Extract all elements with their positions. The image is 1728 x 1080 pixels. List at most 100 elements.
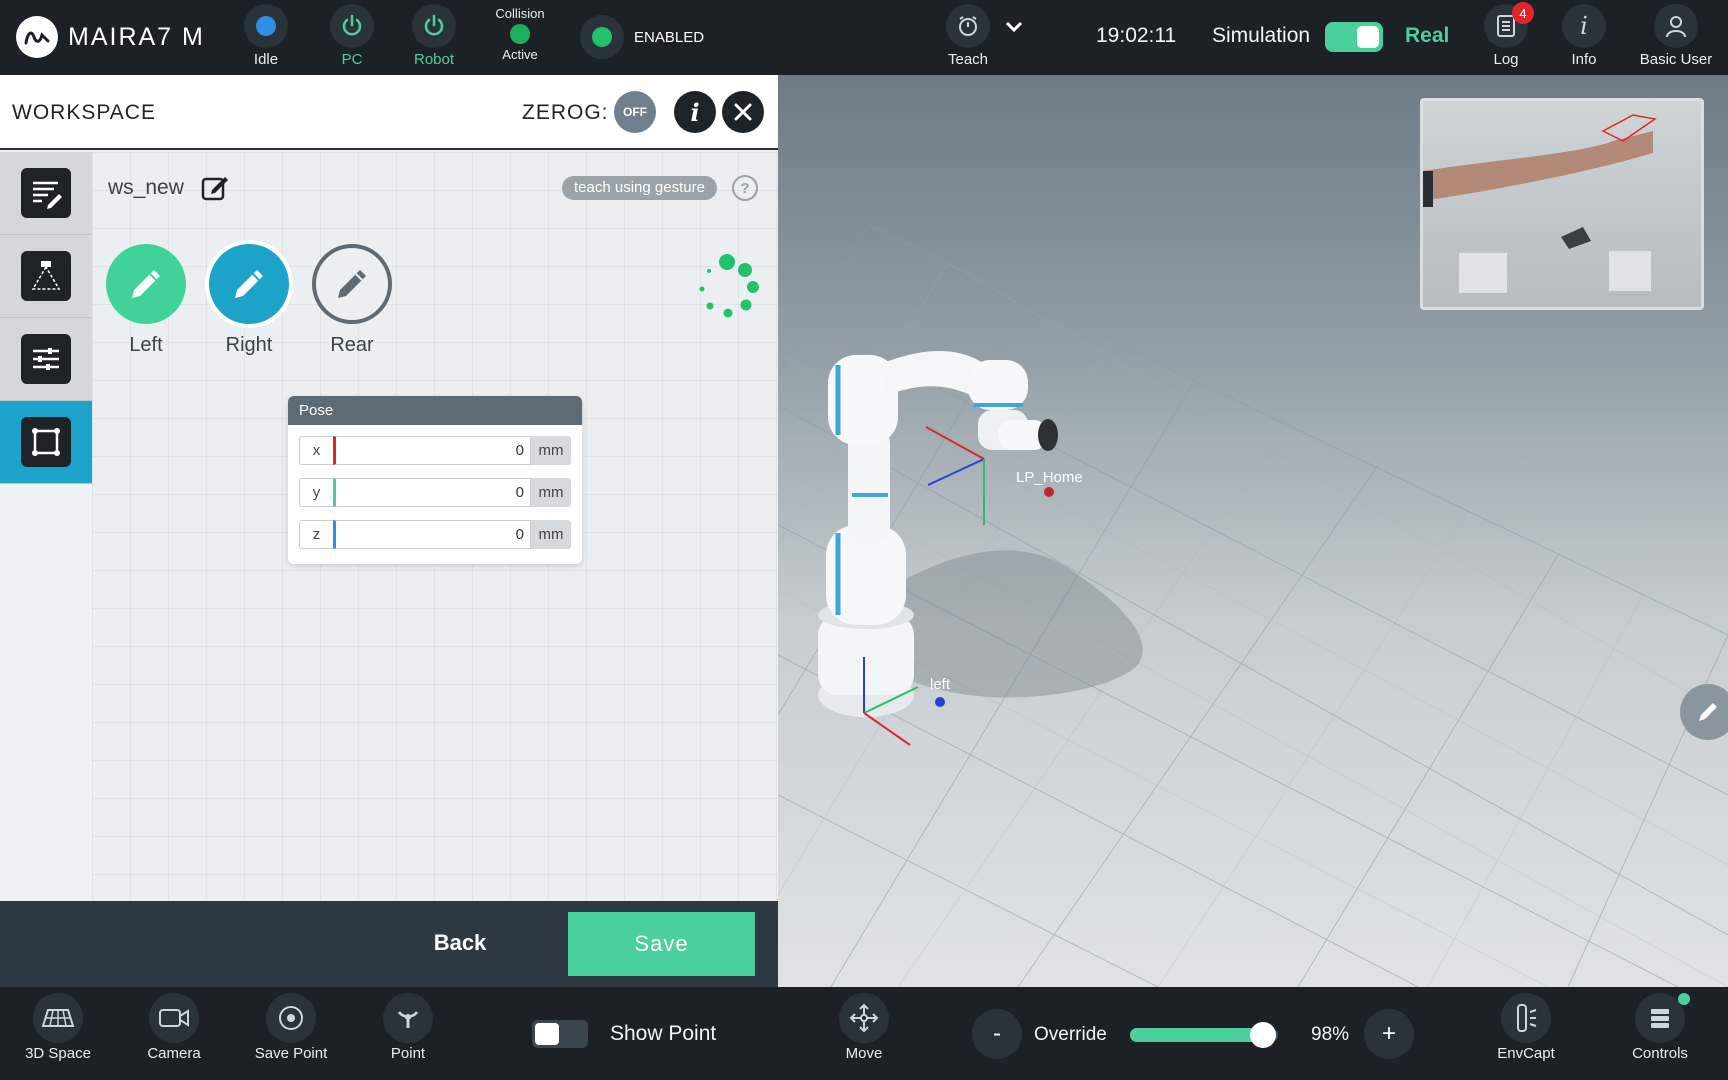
3d-space-button[interactable]: 3D Space	[8, 993, 108, 1062]
workspace-panel: WORKSPACE ZEROG: OFF i ws_new teach usin…	[0, 75, 778, 987]
point-button[interactable]: Point	[358, 993, 458, 1062]
left-point-label: left	[930, 676, 951, 693]
status-idle[interactable]: Idle	[226, 4, 306, 68]
show-point-toggle[interactable]	[532, 1020, 588, 1048]
tab-workspace[interactable]	[0, 401, 92, 484]
loading-spinner-icon	[692, 252, 762, 322]
pose-row-x: x 0 mm	[299, 436, 571, 465]
tab-perception[interactable]	[0, 235, 92, 318]
tab-program[interactable]	[0, 152, 92, 235]
workspace-name: ws_new	[108, 176, 184, 199]
camera-label: Camera	[147, 1045, 201, 1062]
edit-name-icon[interactable]	[200, 172, 230, 207]
info-icon[interactable]: i	[674, 91, 716, 133]
override-slider-handle[interactable]	[1250, 1022, 1276, 1048]
camera-cone-icon	[21, 251, 71, 301]
collision-status[interactable]: Collision Active	[488, 6, 552, 62]
side-right-label: Right	[225, 334, 273, 356]
status-robot[interactable]: Robot	[394, 4, 474, 68]
teach-label: Teach	[947, 51, 989, 68]
clock: 19:02:11	[1096, 24, 1177, 47]
envcapt-icon	[1501, 993, 1551, 1043]
pose-z-input[interactable]: 0	[333, 520, 531, 549]
chevron-down-icon[interactable]	[1004, 20, 1024, 39]
program-edit-icon	[21, 168, 71, 218]
show-point-label: Show Point	[610, 1022, 717, 1045]
user-label: Basic User	[1639, 51, 1713, 68]
override-label: Override	[1034, 1024, 1107, 1045]
override-slider[interactable]	[1130, 1022, 1278, 1048]
user-button[interactable]: Basic User	[1634, 4, 1718, 68]
pose-row-y: y 0 mm	[299, 478, 571, 507]
teach-mode[interactable]: Teach	[928, 4, 1008, 68]
brand-logo-icon	[16, 16, 58, 58]
pose-row-z: z 0 mm	[299, 520, 571, 549]
idle-label: Idle	[253, 51, 279, 68]
robot-power-icon	[412, 4, 456, 48]
back-button[interactable]: Back	[400, 923, 520, 963]
log-button[interactable]: 4 Log	[1466, 2, 1546, 68]
save-button[interactable]: Save	[568, 912, 755, 976]
help-icon[interactable]: ?	[732, 175, 758, 201]
side-rear-button[interactable]: Rear	[310, 244, 394, 357]
lp-home-label: LP_Home	[1016, 469, 1083, 486]
side-right-button[interactable]: Right	[207, 244, 291, 357]
controls-status-dot	[1678, 993, 1690, 1005]
camera-button[interactable]: Camera	[124, 993, 224, 1062]
pose-unit: mm	[531, 520, 571, 549]
pose-card: Pose x 0 mm y 0 mm z 0 mm	[288, 396, 582, 564]
info-icon: i	[1562, 4, 1606, 48]
side-rear-label: Rear	[330, 334, 374, 356]
panel-title: WORKSPACE	[12, 101, 156, 124]
status-pc[interactable]: PC	[312, 4, 392, 68]
collision-title: Collision	[495, 6, 545, 21]
log-label: Log	[1493, 51, 1519, 68]
user-icon	[1654, 4, 1698, 48]
panel-footer: Back Save	[0, 901, 778, 987]
log-badge: 4	[1512, 2, 1534, 24]
controls-label: Controls	[1632, 1045, 1688, 1062]
teach-gesture-button[interactable]: teach using gesture	[562, 176, 717, 200]
pose-unit: mm	[531, 436, 571, 465]
real-label: Real	[1405, 24, 1450, 47]
pencil-icon	[312, 244, 392, 324]
tab-settings[interactable]	[0, 318, 92, 401]
envcapt-button[interactable]: EnvCapt	[1476, 993, 1576, 1062]
bottom-bar: 3D Space Camera Save Point Point Show Po…	[0, 987, 1728, 1080]
zerog-toggle[interactable]: OFF	[614, 91, 656, 133]
override-increase-button[interactable]: +	[1364, 1009, 1414, 1059]
override-value: 98%	[1311, 1024, 1350, 1045]
pencil-icon	[209, 244, 289, 324]
close-icon[interactable]	[722, 91, 764, 133]
move-button[interactable]: Move	[814, 993, 914, 1062]
side-left-button[interactable]: Left	[104, 244, 188, 357]
pose-axis-label: z	[299, 520, 333, 549]
override-decrease-button[interactable]: -	[972, 1009, 1022, 1059]
controls-button[interactable]: Controls	[1610, 993, 1710, 1062]
collision-indicator	[510, 24, 530, 44]
camera-preview[interactable]	[1420, 98, 1704, 310]
pc-label: PC	[341, 51, 363, 68]
collision-state: Active	[502, 47, 538, 62]
edit-pencil-icon[interactable]	[1680, 684, 1728, 740]
pose-y-input[interactable]: 0	[333, 478, 531, 507]
side-tabs	[0, 152, 92, 484]
envcapt-label: EnvCapt	[1497, 1045, 1555, 1062]
move-label: Move	[845, 1045, 883, 1062]
workspace-content: ws_new teach using gesture ? Left Right …	[92, 152, 778, 902]
gripper-icon	[383, 993, 433, 1043]
move-arrows-icon	[839, 993, 889, 1043]
pose-title: Pose	[288, 396, 582, 425]
pose-x-input[interactable]: 0	[333, 436, 531, 465]
top-bar: MAIRA7 M Idle PC Robot Collision Active …	[0, 0, 1728, 75]
sliders-icon	[21, 334, 71, 384]
save-point-button[interactable]: Save Point	[241, 993, 341, 1062]
simulation-toggle[interactable]	[1325, 22, 1383, 52]
side-left-label: Left	[129, 334, 163, 356]
simulation-label: Simulation	[1212, 24, 1311, 47]
point-label: Point	[390, 1045, 426, 1062]
enabled-status[interactable]: ENABLED	[580, 15, 704, 59]
info-button[interactable]: i Info	[1544, 4, 1624, 68]
enabled-label: ENABLED	[634, 28, 705, 46]
workspace-box-icon	[21, 417, 71, 467]
